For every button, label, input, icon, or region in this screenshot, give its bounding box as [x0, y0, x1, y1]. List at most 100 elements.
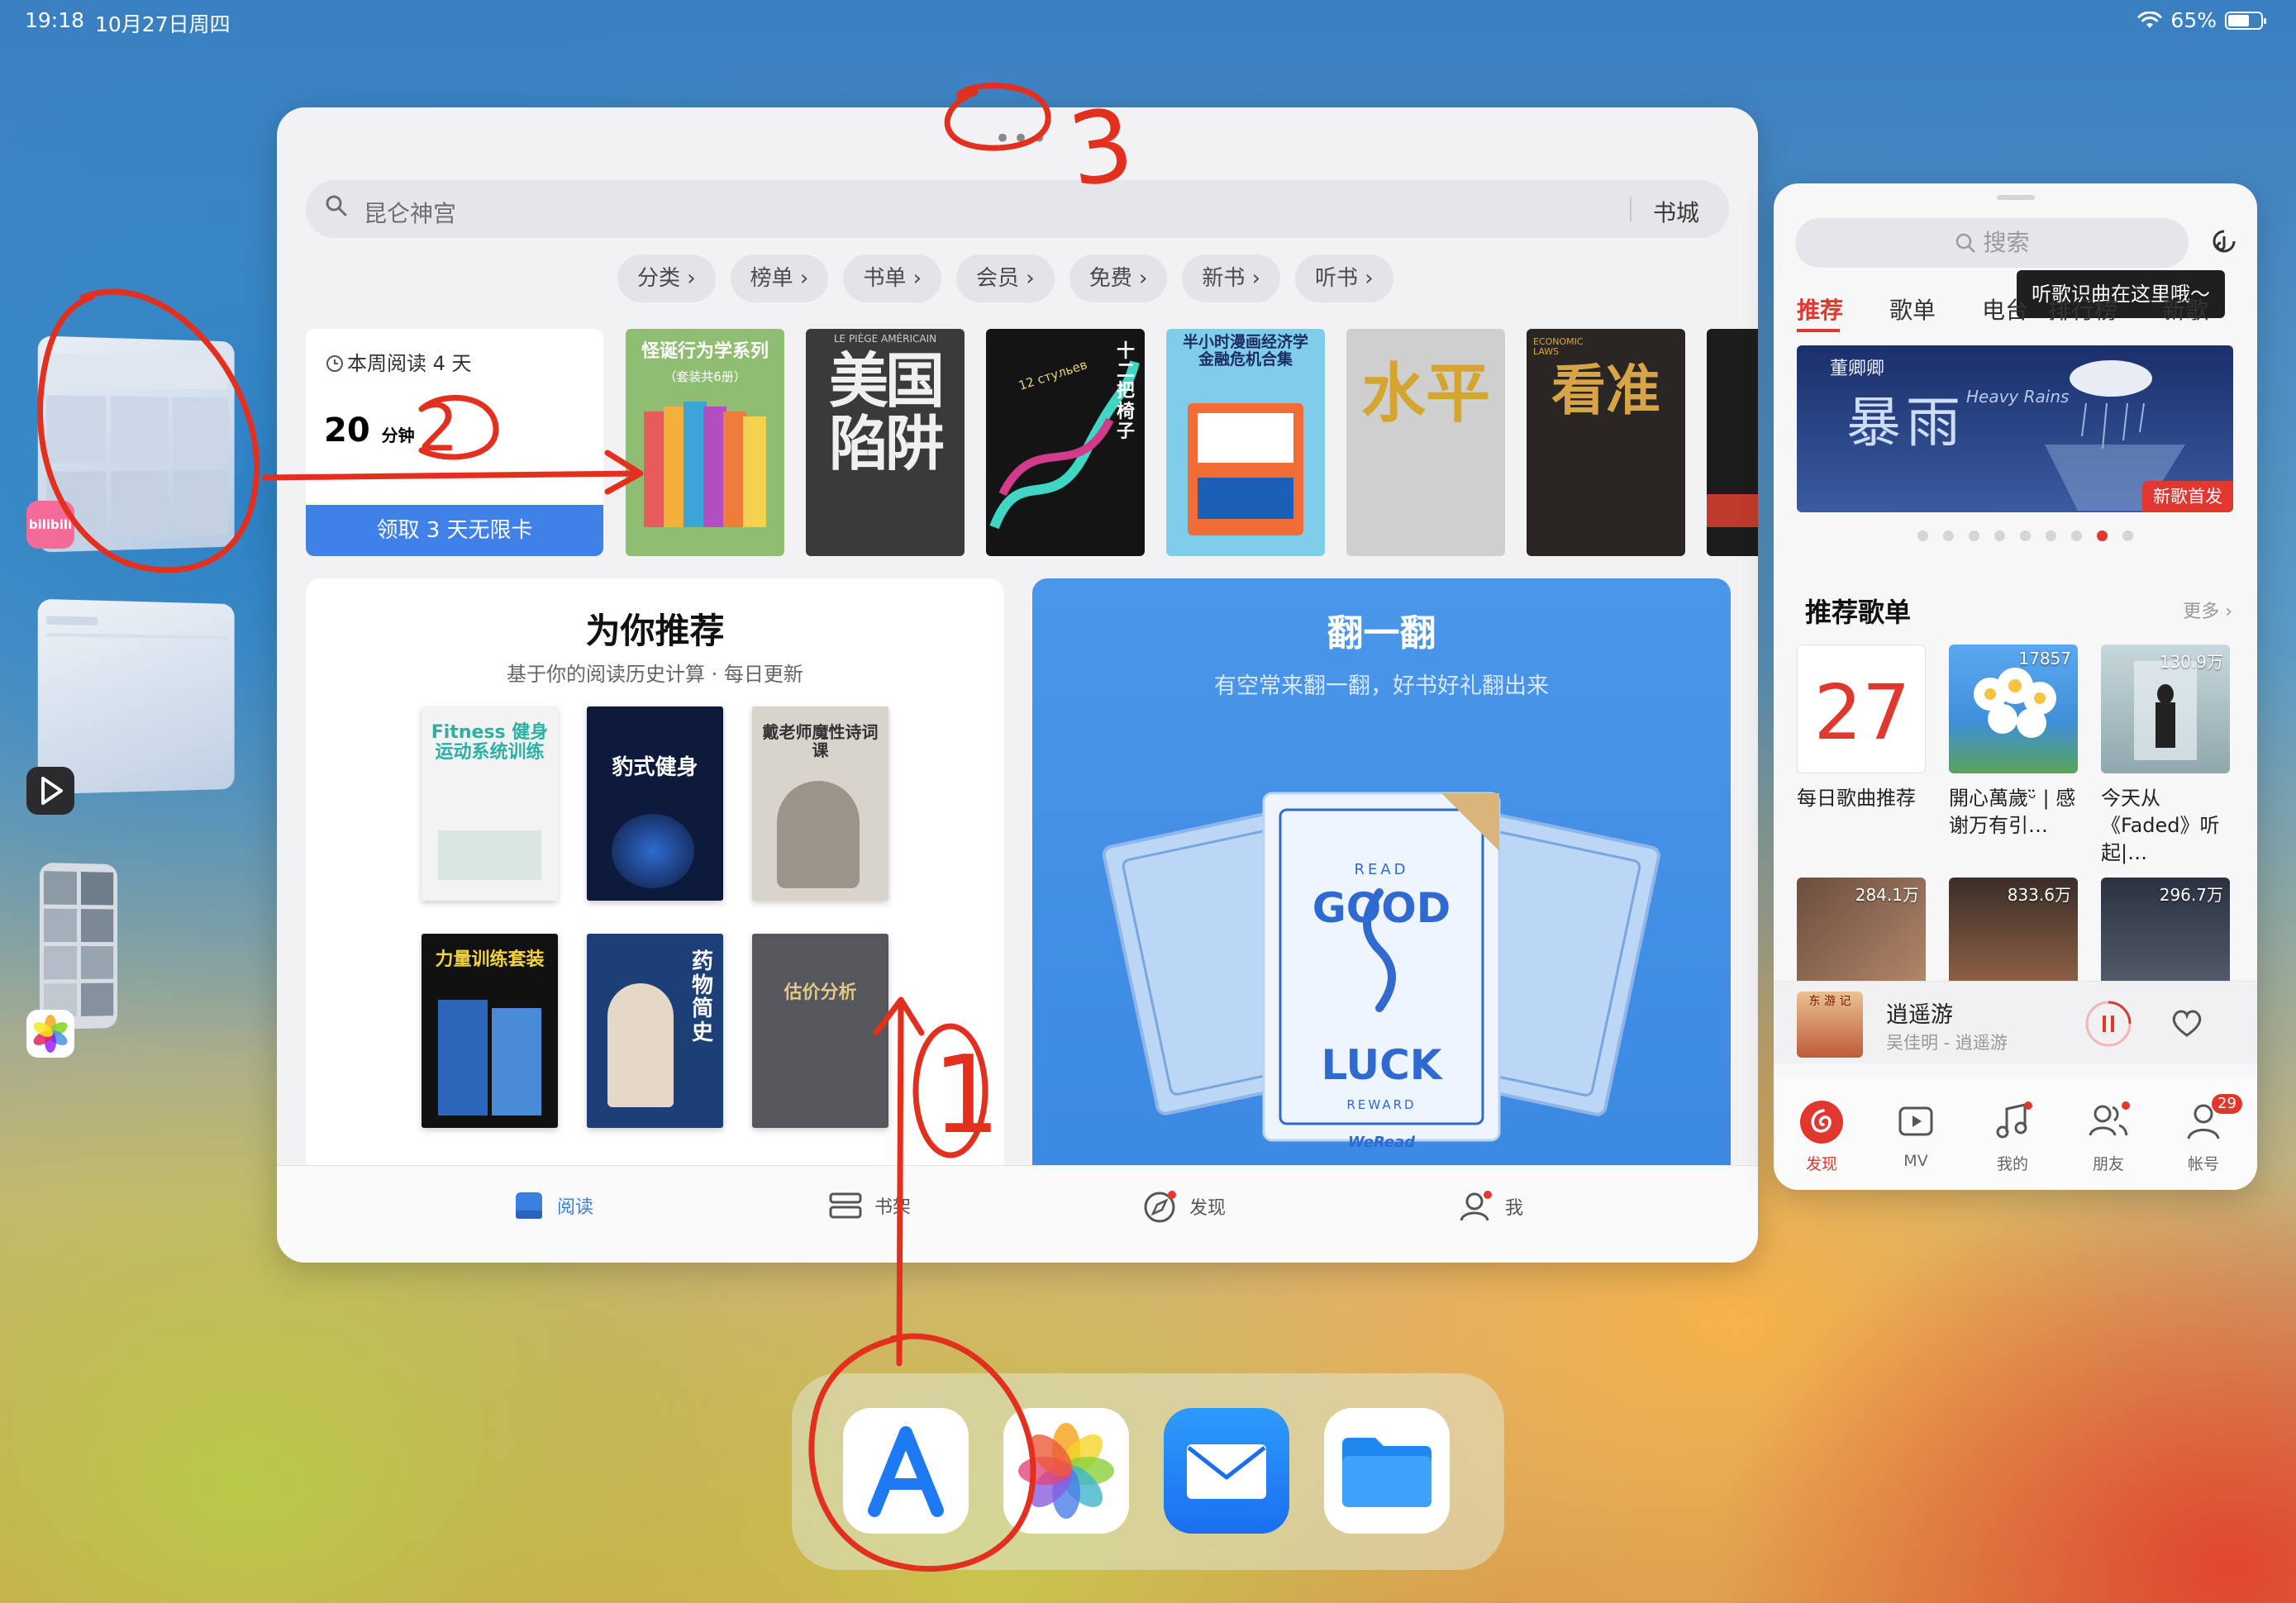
- weekly-reading-card[interactable]: 本周阅读 4 天 20 分钟 领取 3 天无限卡: [306, 329, 603, 556]
- tab-discover[interactable]: 发现: [1143, 1189, 1226, 1224]
- card-good-text: GOOD: [1312, 884, 1451, 932]
- book-title: 十二把椅子: [1116, 341, 1135, 442]
- reader-tab-bar: 阅读 书架 发现 我: [277, 1165, 1758, 1263]
- claim-unlimited-card-button[interactable]: 领取 3 天无限卡: [306, 505, 603, 556]
- clock-icon: [326, 355, 343, 372]
- book-cover[interactable]: LE PIÈGE AMÉRICAIN 美国陷阱: [806, 329, 965, 556]
- book-cover[interactable]: 半小时漫画经济学 金融危机合集: [1166, 329, 1325, 556]
- playlist-cover[interactable]: 17857: [1949, 645, 2078, 773]
- recommend-title: 为你推荐: [585, 611, 725, 651]
- playlist-daily[interactable]: 27: [1797, 645, 1926, 773]
- search-placeholder: 昆仑神宫: [364, 200, 457, 227]
- search-icon: [1955, 233, 1975, 253]
- reader-search-bar[interactable]: 昆仑神宫 书城: [306, 180, 1729, 238]
- rec-book[interactable]: 力量训练套装: [422, 934, 558, 1128]
- playlist-name: 每日歌曲推荐: [1797, 787, 1916, 810]
- banner-page-dots: [1917, 530, 2133, 541]
- playlist-play-count: 296.7万: [2159, 885, 2223, 905]
- daily-date: 27: [1813, 668, 1911, 757]
- music-banner[interactable]: 董卿卿 暴雨 Heavy Rains 新歌首发: [1797, 345, 2233, 512]
- chip-new-books[interactable]: 新书 ›: [1182, 254, 1281, 302]
- battery-icon: [2225, 11, 2266, 30]
- chip-ranking[interactable]: 榜单 ›: [730, 254, 829, 302]
- tab-me-label: 我: [1505, 1198, 1524, 1219]
- dock-app-store[interactable]: [843, 1408, 969, 1534]
- music-tab-recommend[interactable]: 推荐: [1797, 293, 1843, 326]
- page-dot: [1994, 530, 2005, 541]
- minutes-unit: 分钟: [381, 426, 415, 445]
- page-dot: [1969, 530, 1979, 541]
- card-brand-text: WeRead: [1347, 1134, 1416, 1151]
- rec-book-art: [438, 1000, 488, 1115]
- rec-book[interactable]: 估价分析: [752, 934, 888, 1128]
- now-playing-artist: 吴佳明 - 逍遥游: [1886, 1033, 2008, 1053]
- rec-book[interactable]: 豹式健身: [587, 706, 723, 901]
- status-bar: 19:18 10月27日周四 65%: [0, 0, 2296, 40]
- more-playlists-link[interactable]: 更多 ›: [2183, 597, 2232, 623]
- weekly-reading-label: 本周阅读 4 天: [326, 347, 472, 376]
- status-time: 19:18: [25, 8, 85, 32]
- book-title: 水平: [1360, 357, 1490, 431]
- play-icon: [41, 777, 63, 805]
- side-app-video-thumbnail[interactable]: [37, 598, 235, 795]
- multitasking-menu-button[interactable]: •••: [994, 122, 1049, 155]
- status-date: 10月27日周四: [95, 12, 231, 36]
- music-note-icon: [1996, 1101, 2032, 1139]
- music-tab-charts[interactable]: 排行榜: [2048, 293, 2117, 326]
- slideover-grabber[interactable]: [1997, 195, 2035, 200]
- chip-membership[interactable]: 会员 ›: [956, 254, 1055, 302]
- tab-bookshelf[interactable]: 书架: [828, 1189, 911, 1222]
- book-cover[interactable]: 看准 ECONOMIC LAWS: [1527, 329, 1685, 556]
- dock-photos[interactable]: [1003, 1408, 1129, 1534]
- battery-percent: 65%: [2170, 8, 2217, 32]
- pause-icon[interactable]: [2084, 1000, 2132, 1048]
- music-search-bar[interactable]: 搜索: [1795, 218, 2189, 268]
- playlist-cover[interactable]: 130.9万: [2101, 645, 2230, 773]
- book-art: [644, 402, 766, 527]
- music-tab-radio[interactable]: 电台: [1982, 293, 2028, 326]
- bookstore-button[interactable]: 书城: [1653, 195, 1699, 228]
- music-tab-new-songs[interactable]: 新歌: [2162, 293, 2208, 326]
- photos-app-icon-small[interactable]: [26, 1010, 74, 1058]
- like-heart-icon[interactable]: [2170, 1008, 2203, 1038]
- tab-me[interactable]: 我: [1459, 1189, 1523, 1224]
- rec-book[interactable]: Fitness 健身运动系统训练: [422, 706, 558, 901]
- chip-category[interactable]: 分类 ›: [617, 254, 716, 302]
- side-app-photos-thumbnail[interactable]: [39, 862, 118, 1030]
- banner-title: 暴雨: [1846, 391, 1965, 454]
- page-dot: [2071, 530, 2082, 541]
- banner-tag: 新歌首发: [2142, 481, 2233, 512]
- netease-logo-icon: [1800, 1101, 1843, 1144]
- tab-read-label: 阅读: [557, 1197, 594, 1218]
- dock-files[interactable]: [1324, 1408, 1450, 1534]
- flip-panel[interactable]: 翻一翻 有空常来翻一翻，好书好礼翻出来 READ GOOD LUCK REWAR…: [1032, 578, 1731, 1215]
- weread-window: ••• 昆仑神宫 书城 分类 › 榜单 › 书单 › 会员 › 免费 › 新书 …: [277, 107, 1758, 1263]
- tab-read[interactable]: 阅读: [512, 1189, 593, 1222]
- weekly-days-text: 本周阅读 4 天: [347, 352, 472, 375]
- book-cover[interactable]: 水平: [1346, 329, 1505, 556]
- song-recognition-icon[interactable]: [2208, 226, 2241, 259]
- playlist-play-count: 130.9万: [2159, 652, 2223, 672]
- files-folder-icon: [1342, 1438, 1431, 1507]
- book-cover[interactable]: 怪诞行为学系列 （套装共6册）: [626, 329, 784, 556]
- music-bottom-tabbar: 发现 MV 我的 朋友 29 帐号: [1774, 1077, 2257, 1190]
- banner-title-en: Heavy Rains: [1966, 387, 2070, 407]
- bilibili-app-icon[interactable]: bilibili: [26, 501, 74, 549]
- music-tab-playlists[interactable]: 歌单: [1889, 293, 1936, 326]
- search-separator: [1630, 197, 1631, 221]
- chip-free[interactable]: 免费 ›: [1069, 254, 1168, 302]
- video-player-app-icon[interactable]: [26, 767, 74, 815]
- rec-book[interactable]: 戴老师魔性诗词课: [752, 706, 888, 901]
- book-cover-partial[interactable]: [1707, 329, 1758, 556]
- playlist-play-count: 284.1万: [1855, 885, 1919, 905]
- page-dot: [2020, 530, 2031, 541]
- video-window-preview: [46, 616, 227, 640]
- flip-subtitle: 有空常来翻一翻，好书好礼翻出来: [1214, 673, 1549, 699]
- book-cover[interactable]: 十二把椅子 12 стульев: [986, 329, 1145, 556]
- chip-audiobooks[interactable]: 听书 ›: [1295, 254, 1393, 302]
- recommend-panel: 为你推荐 基于你的阅读历史计算 · 每日更新 Fitness 健身运动系统训练 …: [306, 578, 1004, 1215]
- chip-booklist[interactable]: 书单 ›: [843, 254, 942, 302]
- rec-book[interactable]: 药物简史: [587, 934, 723, 1128]
- dock-mail[interactable]: [1164, 1408, 1289, 1534]
- now-playing-bar[interactable]: 东 游 记 逍遥游 吴佳明 - 逍遥游: [1774, 981, 2257, 1063]
